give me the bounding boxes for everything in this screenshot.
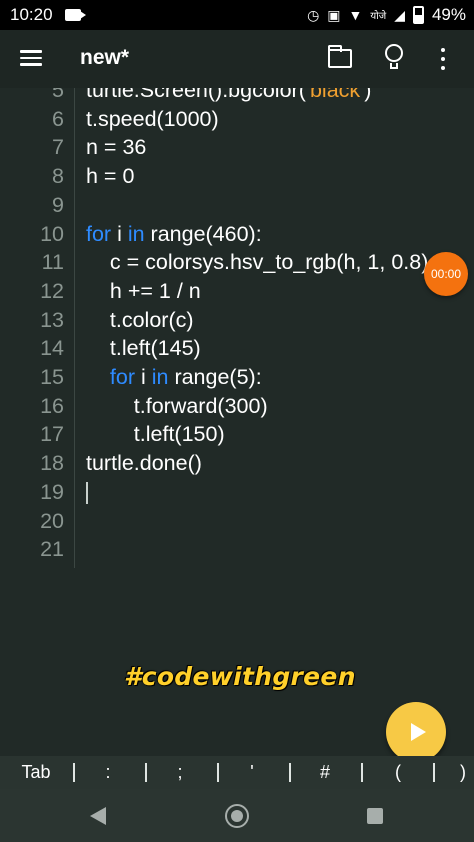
status-icons: ◷ ▣ ▼ योजे ◢ 49% — [307, 5, 466, 25]
line-number: 20 — [40, 508, 64, 533]
line-number: 17 — [40, 422, 64, 447]
code-text: h = 0 — [86, 162, 134, 191]
line-number: 12 — [40, 278, 64, 303]
recording-timer[interactable]: 00:00 — [424, 252, 468, 296]
code-text: turtle.Screen().bgcolor('black') — [86, 88, 371, 105]
code-token: ) — [364, 88, 372, 102]
code-editor[interactable]: 5 turtle.Screen().bgcolor('black') 6 t.spee… — [0, 88, 474, 756]
run-button[interactable] — [386, 702, 446, 762]
keyword-token: in — [127, 221, 145, 246]
keyword-token: in — [151, 365, 169, 389]
app-bar: new* — [0, 30, 474, 88]
code-token: i — [135, 365, 152, 389]
symbol-key[interactable]: # — [295, 756, 355, 789]
line-number: 7 — [52, 135, 64, 160]
code-text: c = colorsys.hsv_to_rgb(h, 1, 0.8) — [86, 248, 428, 277]
key-divider — [361, 763, 363, 782]
key-divider — [433, 763, 435, 782]
line-number: 9 — [52, 192, 64, 217]
battery-percent: 49% — [431, 5, 466, 24]
string-token: 'black' — [305, 88, 365, 102]
keyword-token: for — [86, 221, 112, 246]
line-number: 11 — [41, 250, 64, 275]
signal-icon: ◢ — [394, 6, 405, 23]
recents-icon[interactable] — [367, 808, 383, 824]
code-token: t.forward(300) — [86, 393, 268, 418]
line-number: 16 — [40, 393, 64, 418]
more-vert-icon[interactable] — [440, 48, 446, 70]
code-text: h += 1 / n — [86, 277, 201, 306]
text-cursor — [86, 481, 88, 504]
code-text: turtle.done() — [86, 449, 202, 478]
line-number: 15 — [40, 365, 64, 389]
status-bar: 10:20 ◷ ▣ ▼ योजे ◢ 49% — [0, 0, 474, 30]
folder-icon[interactable] — [327, 45, 352, 68]
line-number: 19 — [40, 479, 64, 504]
line-number: 10 — [40, 221, 64, 246]
line-number: 21 — [40, 537, 64, 562]
line-number: 8 — [52, 164, 64, 189]
symbol-key[interactable]: Tab — [6, 756, 66, 789]
lightbulb-icon[interactable] — [385, 44, 403, 72]
code-text: n = 36 — [86, 133, 146, 162]
menu-icon[interactable] — [20, 50, 42, 66]
symbol-key[interactable]: ; — [150, 756, 210, 789]
code-text: t.left(150) — [86, 420, 225, 449]
code-token: turtle.Screen().bgcolor( — [86, 88, 306, 102]
home-icon[interactable] — [225, 804, 249, 828]
line-number: 6 — [52, 106, 64, 131]
code-text: t.speed(1000) — [86, 105, 219, 134]
code-token: n = 36 — [86, 135, 147, 160]
line-number: 14 — [40, 336, 64, 361]
code-token: t.color(c) — [86, 307, 194, 332]
symbol-key[interactable]: ) — [452, 756, 474, 789]
video-camera-icon — [64, 9, 86, 21]
code-token: turtle.done() — [86, 451, 202, 476]
code-text: t.forward(300) — [86, 392, 268, 421]
back-icon[interactable] — [90, 807, 106, 825]
code-text: t.left(145) — [86, 334, 201, 363]
nav-bar — [0, 789, 474, 842]
key-divider — [145, 763, 147, 782]
code-text: for i in range(5): — [86, 363, 262, 392]
code-text: t.color(c) — [86, 306, 194, 335]
wifi-icon: ▼ — [348, 7, 363, 23]
play-icon — [410, 723, 426, 741]
symbol-bar: Tab:; ' # () — [0, 756, 474, 789]
code-token: range(460): — [144, 221, 262, 246]
code-token: range(5): — [168, 365, 262, 389]
alarm-icon: ◷ — [307, 6, 320, 23]
file-title: new* — [80, 46, 130, 69]
code-token: h += 1 / n — [86, 278, 201, 303]
gutter-divider — [74, 88, 75, 568]
line-number: 5 — [52, 88, 64, 102]
code-token: h = 0 — [86, 164, 135, 189]
key-divider — [217, 763, 219, 782]
line-number: 13 — [40, 307, 64, 332]
code-token: t.speed(1000) — [86, 106, 219, 131]
code-token: c = colorsys.hsv_to_rgb(h, 1, 0.8) — [86, 250, 429, 275]
code-token: t.left(145) — [86, 336, 201, 361]
battery-icon — [412, 6, 424, 24]
symbol-key[interactable]: ' — [222, 756, 282, 789]
cast-icon: ▣ — [327, 6, 341, 23]
status-time: 10:20 — [10, 5, 53, 24]
key-divider — [289, 763, 291, 782]
network-label: योजे — [370, 11, 387, 22]
symbol-key[interactable]: : — [78, 756, 138, 789]
key-divider — [73, 763, 75, 782]
keyword-token: for — [109, 365, 135, 389]
line-number: 18 — [40, 451, 64, 476]
watermark-hashtag: #codewithgreen — [124, 662, 356, 691]
symbol-key[interactable]: ( — [368, 756, 428, 789]
code-token: i — [111, 221, 128, 246]
code-text: for i in range(460): — [86, 220, 262, 249]
code-token: t.left(150) — [86, 422, 225, 447]
